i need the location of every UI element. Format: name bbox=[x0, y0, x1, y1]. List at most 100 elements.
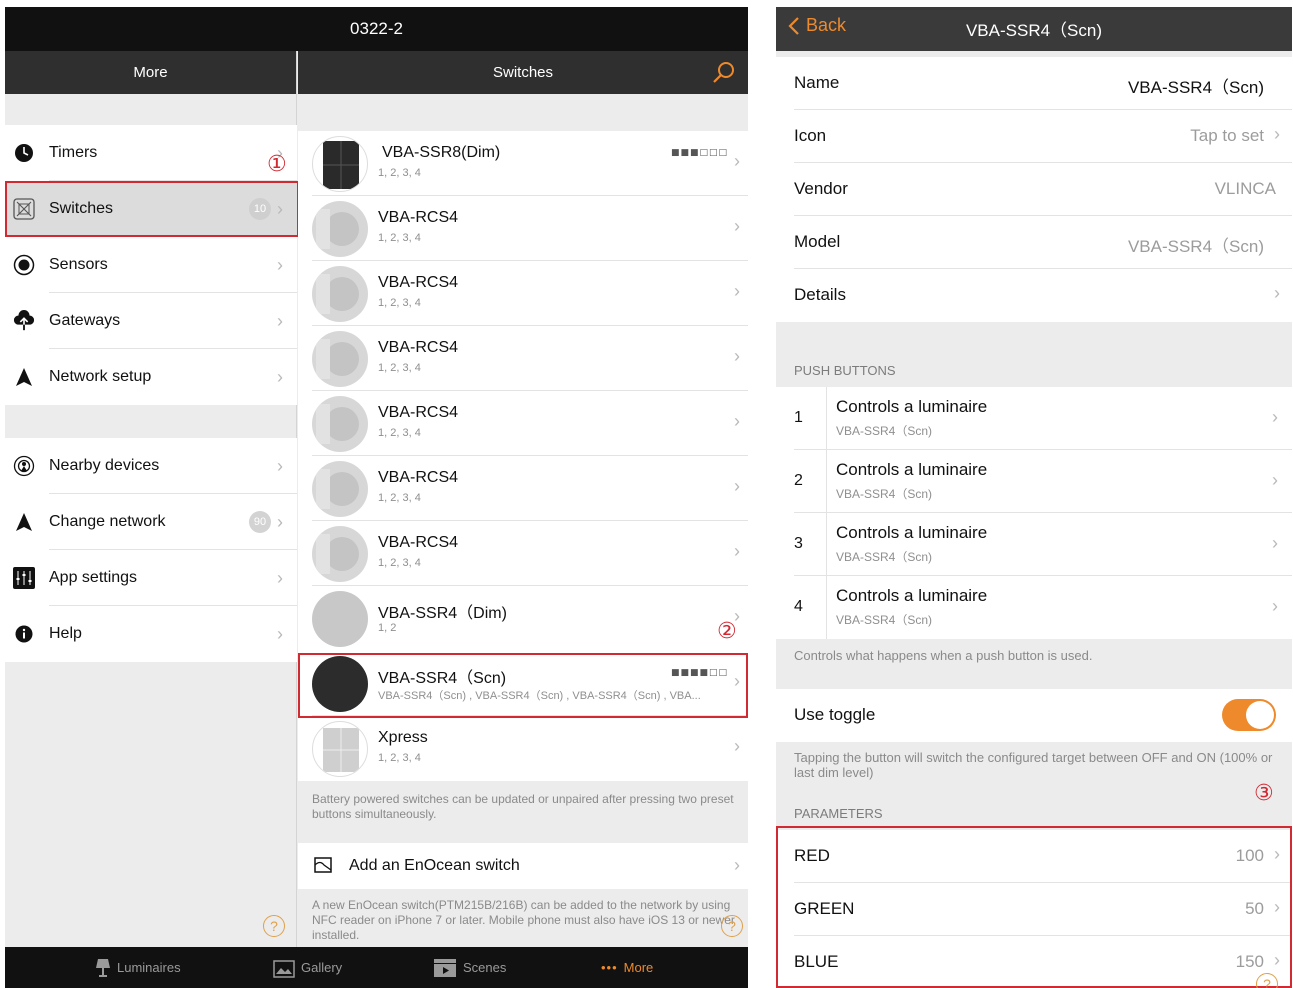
menu-item-label: Change network bbox=[49, 513, 166, 530]
menu-item-label: Timers bbox=[49, 144, 98, 161]
search-icon[interactable] bbox=[712, 60, 736, 88]
chevron-right-icon: › bbox=[734, 216, 740, 236]
menu-item-nearby-devices[interactable]: Nearby devices › bbox=[5, 438, 297, 494]
sensor-icon bbox=[13, 254, 35, 276]
switch-row[interactable]: VBA-SSR8(Dim) 1, 2, 3, 4 ■■■□□□ › bbox=[298, 131, 748, 196]
menu-item-change-network[interactable]: Change network 90 › bbox=[5, 494, 297, 550]
tab-more[interactable]: ••• More bbox=[601, 947, 653, 988]
chevron-right-icon: › bbox=[277, 511, 283, 532]
menu-item-label: Nearby devices bbox=[49, 457, 160, 474]
signal-strength: ■■■□□□ bbox=[670, 148, 728, 158]
prop-key: Name bbox=[794, 73, 840, 92]
chevron-right-icon: › bbox=[734, 541, 740, 561]
chevron-right-icon: › bbox=[734, 281, 740, 301]
tab-label: More bbox=[623, 960, 654, 975]
button-action: Controls a luminaire bbox=[836, 523, 988, 542]
gallery-icon bbox=[273, 959, 295, 978]
switch-name: VBA-RCS4 bbox=[378, 339, 459, 356]
prop-row-icon[interactable]: Icon Tap to set › bbox=[776, 110, 1292, 163]
prop-row-details[interactable]: Details › bbox=[776, 269, 1292, 322]
chevron-right-icon: › bbox=[734, 151, 740, 171]
menu-item-sensors[interactable]: Sensors › bbox=[5, 237, 297, 293]
button-target: VBA-SSR4（Scn) bbox=[836, 613, 933, 627]
button-target: VBA-SSR4（Scn) bbox=[836, 487, 933, 501]
tab-luminaires[interactable]: Luminaires bbox=[95, 947, 181, 988]
lamp-icon bbox=[96, 958, 110, 977]
switch-thumbnail bbox=[312, 396, 368, 452]
switch-thumbnail bbox=[312, 331, 368, 387]
info-icon bbox=[13, 623, 35, 645]
switch-thumbnail bbox=[312, 461, 368, 517]
push-button-row[interactable]: 1 Controls a luminaire VBA-SSR4（Scn) › bbox=[776, 387, 1292, 450]
sliders-icon bbox=[13, 567, 35, 589]
menu-item-timers[interactable]: Timers › bbox=[5, 125, 297, 181]
tab-gallery[interactable]: Gallery bbox=[273, 947, 342, 988]
page-title: VBA-SSR4（Scn) bbox=[965, 21, 1103, 40]
switch-thumbnail bbox=[312, 591, 368, 647]
annotation-number-1: ① bbox=[267, 152, 287, 177]
switch-row[interactable]: VBA-RCS4 1, 2, 3, 4 › bbox=[298, 326, 748, 391]
switch-buttons: 1, 2, 3, 4 bbox=[378, 297, 421, 309]
prop-value: VBA-SSR4（Scn) bbox=[1127, 78, 1264, 97]
use-toggle-switch[interactable] bbox=[1222, 699, 1276, 731]
switch-row[interactable]: VBA-RCS4 1, 2, 3, 4 › bbox=[298, 456, 748, 521]
annotation-box-parameters bbox=[776, 826, 1292, 988]
battery-note: Battery powered switches can be updated … bbox=[312, 792, 734, 821]
switch-name: VBA-SSR4（Dim) bbox=[378, 605, 507, 622]
switch-buttons: 1, 2 bbox=[378, 622, 397, 634]
menu-item-network-setup[interactable]: Network setup › bbox=[5, 349, 297, 405]
help-question-icon[interactable]: ? bbox=[263, 915, 285, 937]
left-screen: 0322-2 More Timers › Switches 10 › Senso… bbox=[5, 7, 748, 988]
switch-name: VBA-RCS4 bbox=[378, 274, 459, 291]
use-toggle-label: Use toggle bbox=[794, 705, 876, 724]
annotation-number-3: ③ bbox=[1254, 781, 1274, 806]
prop-row-model: Model VBA-SSR4（Scn) bbox=[776, 216, 1292, 269]
push-buttons-header: PUSH BUTTONS bbox=[794, 363, 896, 378]
switch-thumbnail bbox=[312, 136, 368, 192]
switch-thumbnail bbox=[312, 266, 368, 322]
switches-pane: Switches VBA-SSR8(Dim) 1, 2, 3, 4 ■■■□□□… bbox=[298, 51, 748, 947]
switches-title: Switches bbox=[492, 64, 554, 81]
more-header: More bbox=[5, 51, 296, 94]
chevron-right-icon: › bbox=[1272, 533, 1278, 553]
prop-value: Tap to set bbox=[1190, 126, 1264, 145]
switch-thumbnail bbox=[312, 526, 368, 582]
push-button-row[interactable]: 4 Controls a luminaire VBA-SSR4（Scn) › bbox=[776, 576, 1292, 639]
chevron-right-icon: › bbox=[1272, 470, 1278, 490]
switch-row[interactable]: VBA-RCS4 1, 2, 3, 4 › bbox=[298, 521, 748, 586]
switch-row[interactable]: VBA-RCS4 1, 2, 3, 4 › bbox=[298, 261, 748, 326]
chevron-right-icon: › bbox=[277, 254, 283, 275]
add-switch-note: A new EnOcean switch(PTM215B/216B) can b… bbox=[312, 898, 735, 942]
menu-item-help[interactable]: Help › bbox=[5, 606, 297, 662]
tab-label: Luminaires bbox=[117, 960, 181, 975]
switch-row[interactable]: VBA-SSR4（Dim) 1, 2 › bbox=[298, 586, 748, 651]
navigation-arrow-icon bbox=[13, 366, 35, 388]
switch-row[interactable]: VBA-RCS4 1, 2, 3, 4 › bbox=[298, 391, 748, 456]
prop-row-name[interactable]: Name VBA-SSR4（Scn) bbox=[776, 57, 1292, 110]
menu-item-app-settings[interactable]: App settings › bbox=[5, 550, 297, 606]
prop-key: Vendor bbox=[794, 179, 848, 198]
tab-scenes[interactable]: Scenes bbox=[433, 947, 506, 988]
help-question-icon[interactable]: ? bbox=[1256, 973, 1278, 988]
annotation-box-switches bbox=[5, 181, 299, 237]
switch-row[interactable]: VBA-RCS4 1, 2, 3, 4 › bbox=[298, 196, 748, 261]
annotation-box-switch bbox=[298, 653, 748, 718]
chevron-right-icon: › bbox=[1272, 407, 1278, 427]
chevron-right-icon: › bbox=[734, 411, 740, 431]
chevron-right-icon: › bbox=[277, 455, 283, 476]
add-enocean-switch-button[interactable]: Add an EnOcean switch › bbox=[298, 843, 748, 889]
add-switch-label: Add an EnOcean switch bbox=[349, 857, 520, 874]
switch-name: Xpress bbox=[378, 729, 428, 746]
push-button-row[interactable]: 3 Controls a luminaire VBA-SSR4（Scn) › bbox=[776, 513, 1292, 576]
switch-row[interactable]: Xpress 1, 2, 3, 4 › bbox=[298, 716, 748, 781]
toggle-note: Tapping the button will switch the confi… bbox=[794, 750, 1273, 780]
menu-item-gateways[interactable]: Gateways › bbox=[5, 293, 297, 349]
prop-value: VBA-SSR4（Scn) bbox=[1127, 237, 1264, 256]
push-button-row[interactable]: 2 Controls a luminaire VBA-SSR4（Scn) › bbox=[776, 450, 1292, 513]
navigation-arrow-icon bbox=[13, 511, 35, 533]
chevron-right-icon: › bbox=[1272, 596, 1278, 616]
button-target: VBA-SSR4（Scn) bbox=[836, 424, 933, 438]
chevron-right-icon: › bbox=[277, 366, 283, 387]
help-question-icon[interactable]: ? bbox=[721, 915, 743, 937]
prop-key: Model bbox=[794, 232, 841, 251]
